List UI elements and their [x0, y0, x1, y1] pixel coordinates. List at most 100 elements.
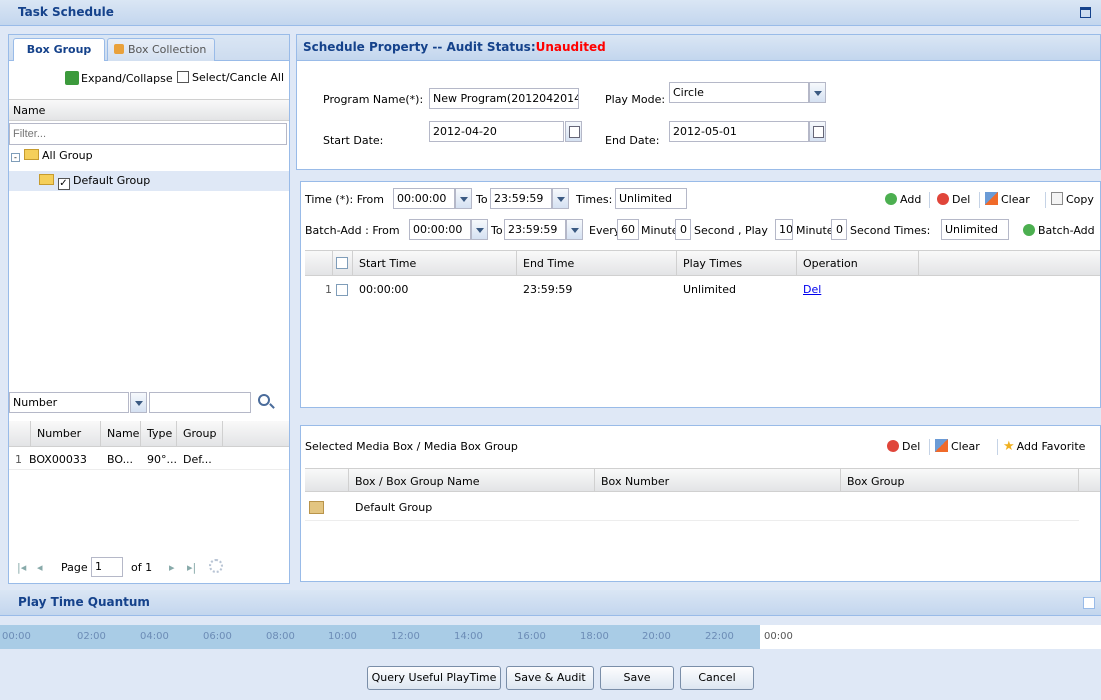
- table-row[interactable]: 1 00:00:00 23:59:59 Unlimited Del: [305, 278, 1100, 302]
- end-date-input[interactable]: 2012-05-01: [669, 121, 809, 142]
- batch-play-second-input[interactable]: 0: [831, 219, 847, 240]
- add-favorite-button[interactable]: ★ Add Favorite: [1003, 438, 1085, 456]
- clear-time-button[interactable]: Clear: [985, 191, 1030, 209]
- select-cancel-all-button[interactable]: Select/Cancle All: [177, 71, 284, 84]
- batch-from-input[interactable]: 00:00:00: [409, 219, 471, 240]
- next-page-icon[interactable]: ▸: [169, 561, 175, 574]
- refresh-icon[interactable]: [209, 559, 223, 573]
- program-name-input[interactable]: New Program(20120420145: [429, 88, 579, 109]
- folder-icon: [39, 174, 54, 185]
- media-clear-button[interactable]: Clear: [935, 438, 980, 456]
- save-and-audit-button[interactable]: Save & Audit: [506, 666, 594, 690]
- time-from-value: 00:00:00: [397, 192, 447, 205]
- tab-box-group-label: Box Group: [26, 43, 92, 56]
- paging-toolbar: |◂ ◂ Page 1 of 1 ▸ ▸|: [9, 553, 289, 583]
- start-date-input[interactable]: 2012-04-20: [429, 121, 564, 142]
- start-date-value: 2012-04-20: [433, 125, 497, 138]
- batch-every-value: 60: [621, 223, 635, 236]
- play-mode-select[interactable]: Circle: [669, 82, 809, 103]
- save-button[interactable]: Save: [600, 666, 674, 690]
- del-time-button[interactable]: Del: [937, 191, 970, 209]
- time-to-dropdown-trigger[interactable]: [552, 188, 569, 209]
- collection-icon: [114, 44, 124, 54]
- time-grid-col-operation[interactable]: Operation: [797, 251, 919, 275]
- tree-filter-input[interactable]: [9, 123, 287, 145]
- del-time-label: Del: [952, 193, 971, 206]
- page-number-input[interactable]: 1: [91, 557, 123, 577]
- batch-play-input[interactable]: 10: [775, 219, 793, 240]
- time-grid-col-start[interactable]: Start Time: [353, 251, 517, 275]
- media-del-button[interactable]: Del: [887, 438, 920, 456]
- start-date-calendar-icon[interactable]: [565, 121, 582, 142]
- batch-from-value: 00:00:00: [413, 223, 463, 236]
- add-time-button[interactable]: Add: [885, 191, 921, 209]
- time-grid-col-check[interactable]: [333, 251, 353, 275]
- box-row-type: 90°...: [147, 453, 177, 466]
- first-page-icon[interactable]: |◂: [17, 561, 26, 574]
- toolbar-separator: [929, 192, 930, 208]
- last-page-icon[interactable]: ▸|: [187, 561, 196, 574]
- batch-from-dropdown-trigger[interactable]: [471, 219, 488, 240]
- tree-node-default-group[interactable]: ✓ Default Group: [9, 171, 289, 191]
- times-input[interactable]: Unlimited: [615, 188, 687, 209]
- copy-time-button[interactable]: Copy: [1051, 191, 1094, 209]
- play-mode-label: Play Mode:: [605, 93, 666, 106]
- box-search-input[interactable]: [149, 392, 251, 413]
- page-of-label: of 1: [131, 561, 153, 574]
- prev-page-icon[interactable]: ◂: [37, 561, 43, 574]
- time-grid-col-end[interactable]: End Time: [517, 251, 677, 275]
- time-row-checkbox[interactable]: [336, 284, 348, 296]
- timeline-bar[interactable]: 00:00 02:00 04:00 06:00 08:00 10:00 12:0…: [0, 625, 1101, 649]
- tab-box-group[interactable]: Box Group: [13, 38, 105, 61]
- batch-every-input[interactable]: 60: [617, 219, 639, 240]
- tree-header: Name: [9, 99, 289, 121]
- select-all-checkbox[interactable]: [336, 257, 348, 269]
- batch-add-button[interactable]: Batch-Add: [1023, 222, 1095, 240]
- time-from-input[interactable]: 00:00:00: [393, 188, 455, 209]
- end-date-label: End Date:: [605, 134, 660, 147]
- clear-icon: [985, 192, 998, 205]
- cancel-button[interactable]: Cancel: [680, 666, 754, 690]
- table-row[interactable]: 1 BOX00033 BO... 90°... Def...: [9, 448, 289, 470]
- batch-second-times-label: Second Times:: [850, 224, 931, 237]
- time-grid-col-playtimes[interactable]: Play Times: [677, 251, 797, 275]
- page-number-value: 1: [95, 560, 102, 573]
- times-label: Times:: [576, 193, 613, 206]
- batch-to-input[interactable]: 23:59:59: [504, 219, 566, 240]
- tab-box-collection[interactable]: Box Collection: [107, 38, 215, 61]
- toolbar-separator: [929, 439, 930, 455]
- maximize-icon[interactable]: [1080, 7, 1091, 18]
- box-grid-col-name[interactable]: Name: [101, 421, 141, 446]
- refresh-quantum-icon[interactable]: [1083, 597, 1095, 609]
- box-grid-col-number[interactable]: Number: [31, 421, 101, 446]
- batch-to-dropdown-trigger[interactable]: [566, 219, 583, 240]
- media-del-label: Del: [902, 440, 921, 453]
- query-useful-playtime-button[interactable]: Query Useful PlayTime: [367, 666, 501, 690]
- batch-to-value: 23:59:59: [508, 223, 558, 236]
- time-from-dropdown-trigger[interactable]: [455, 188, 472, 209]
- search-field-dropdown-trigger[interactable]: [130, 392, 147, 413]
- box-grid-col-type[interactable]: Type: [141, 421, 177, 446]
- time-to-input[interactable]: 23:59:59: [490, 188, 552, 209]
- time-to-value: 23:59:59: [494, 192, 544, 205]
- time-row-del-link[interactable]: Del: [797, 278, 857, 302]
- play-mode-dropdown-trigger[interactable]: [809, 82, 826, 103]
- batch-times-input[interactable]: Unlimited: [941, 219, 1009, 240]
- timeline-tick: 16:00: [517, 631, 546, 642]
- tree-node-all-group[interactable]: - All Group: [11, 147, 93, 165]
- search-field-select[interactable]: Number: [9, 392, 129, 413]
- media-grid-col-group[interactable]: Box Group: [841, 469, 1079, 491]
- expand-collapse-button[interactable]: Expand/Collapse: [65, 71, 173, 85]
- end-date-calendar-icon[interactable]: [809, 121, 826, 142]
- table-row[interactable]: Default Group: [305, 495, 1079, 521]
- default-group-checkbox[interactable]: ✓: [57, 178, 70, 190]
- batch-second-input[interactable]: 0: [675, 219, 691, 240]
- media-grid-col-name[interactable]: Box / Box Group Name: [349, 469, 595, 491]
- play-time-quantum-header: Play Time Quantum: [0, 590, 1101, 616]
- collapse-toggle-icon[interactable]: -: [11, 153, 20, 162]
- time-row-start: 00:00:00: [359, 283, 409, 296]
- star-icon: ★: [1003, 439, 1015, 454]
- box-grid-col-group[interactable]: Group: [177, 421, 223, 446]
- batch-second-play-label: Second , Play: [694, 224, 768, 237]
- media-grid-col-number[interactable]: Box Number: [595, 469, 841, 491]
